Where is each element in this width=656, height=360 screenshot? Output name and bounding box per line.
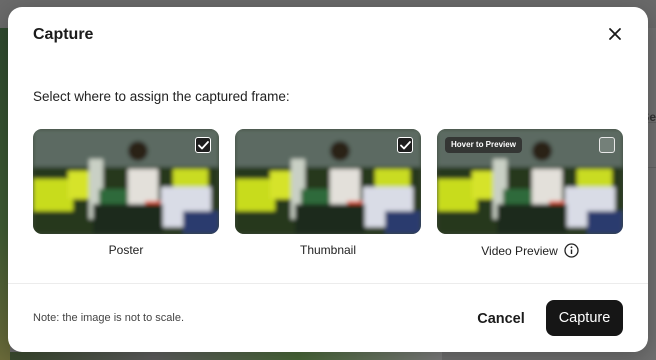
frame-target-options: Poster Thumbnail Hover to Preview Video …: [33, 129, 623, 269]
info-icon[interactable]: [564, 243, 579, 258]
poster-label: Poster: [108, 243, 144, 257]
thumbnail-label: Thumbnail: [299, 243, 357, 257]
hover-to-preview-badge: Hover to Preview: [445, 137, 522, 153]
dialog-instruction: Select where to assign the captured fram…: [33, 89, 290, 104]
video-preview-checkbox[interactable]: [599, 137, 615, 153]
footer-divider: [8, 283, 648, 284]
video-preview-thumbnail[interactable]: Hover to Preview: [437, 129, 623, 234]
close-icon[interactable]: [608, 27, 622, 41]
close-button[interactable]: [606, 25, 624, 43]
video-preview-label-row: Video Preview: [481, 243, 579, 258]
info-button[interactable]: [564, 243, 579, 258]
poster-label-row: Poster: [109, 243, 144, 257]
capture-dialog: Capture Select where to assign the captu…: [8, 7, 648, 352]
dialog-title: Capture: [33, 26, 94, 43]
option-video-preview[interactable]: Hover to Preview Video Preview: [437, 129, 623, 260]
captured-frame-image: [235, 129, 421, 234]
thumbnail-label-row: Thumbnail: [300, 243, 356, 257]
option-poster[interactable]: Poster: [33, 129, 219, 259]
thumbnail-checkbox[interactable]: [397, 137, 413, 153]
scale-note: Note: the image is not to scale.: [33, 312, 185, 324]
capture-button[interactable]: Capture: [546, 300, 623, 336]
poster-checkbox[interactable]: [195, 137, 211, 153]
thumbnail-thumbnail[interactable]: [235, 129, 421, 234]
cancel-button[interactable]: Cancel: [470, 304, 532, 334]
poster-thumbnail[interactable]: [33, 129, 219, 234]
background-video-frame: [10, 352, 442, 360]
check-icon: [399, 140, 411, 149]
captured-frame-image: [33, 129, 219, 234]
check-icon: [197, 140, 209, 149]
option-thumbnail[interactable]: Thumbnail: [235, 129, 421, 259]
video-preview-label: Video Preview: [481, 243, 558, 258]
